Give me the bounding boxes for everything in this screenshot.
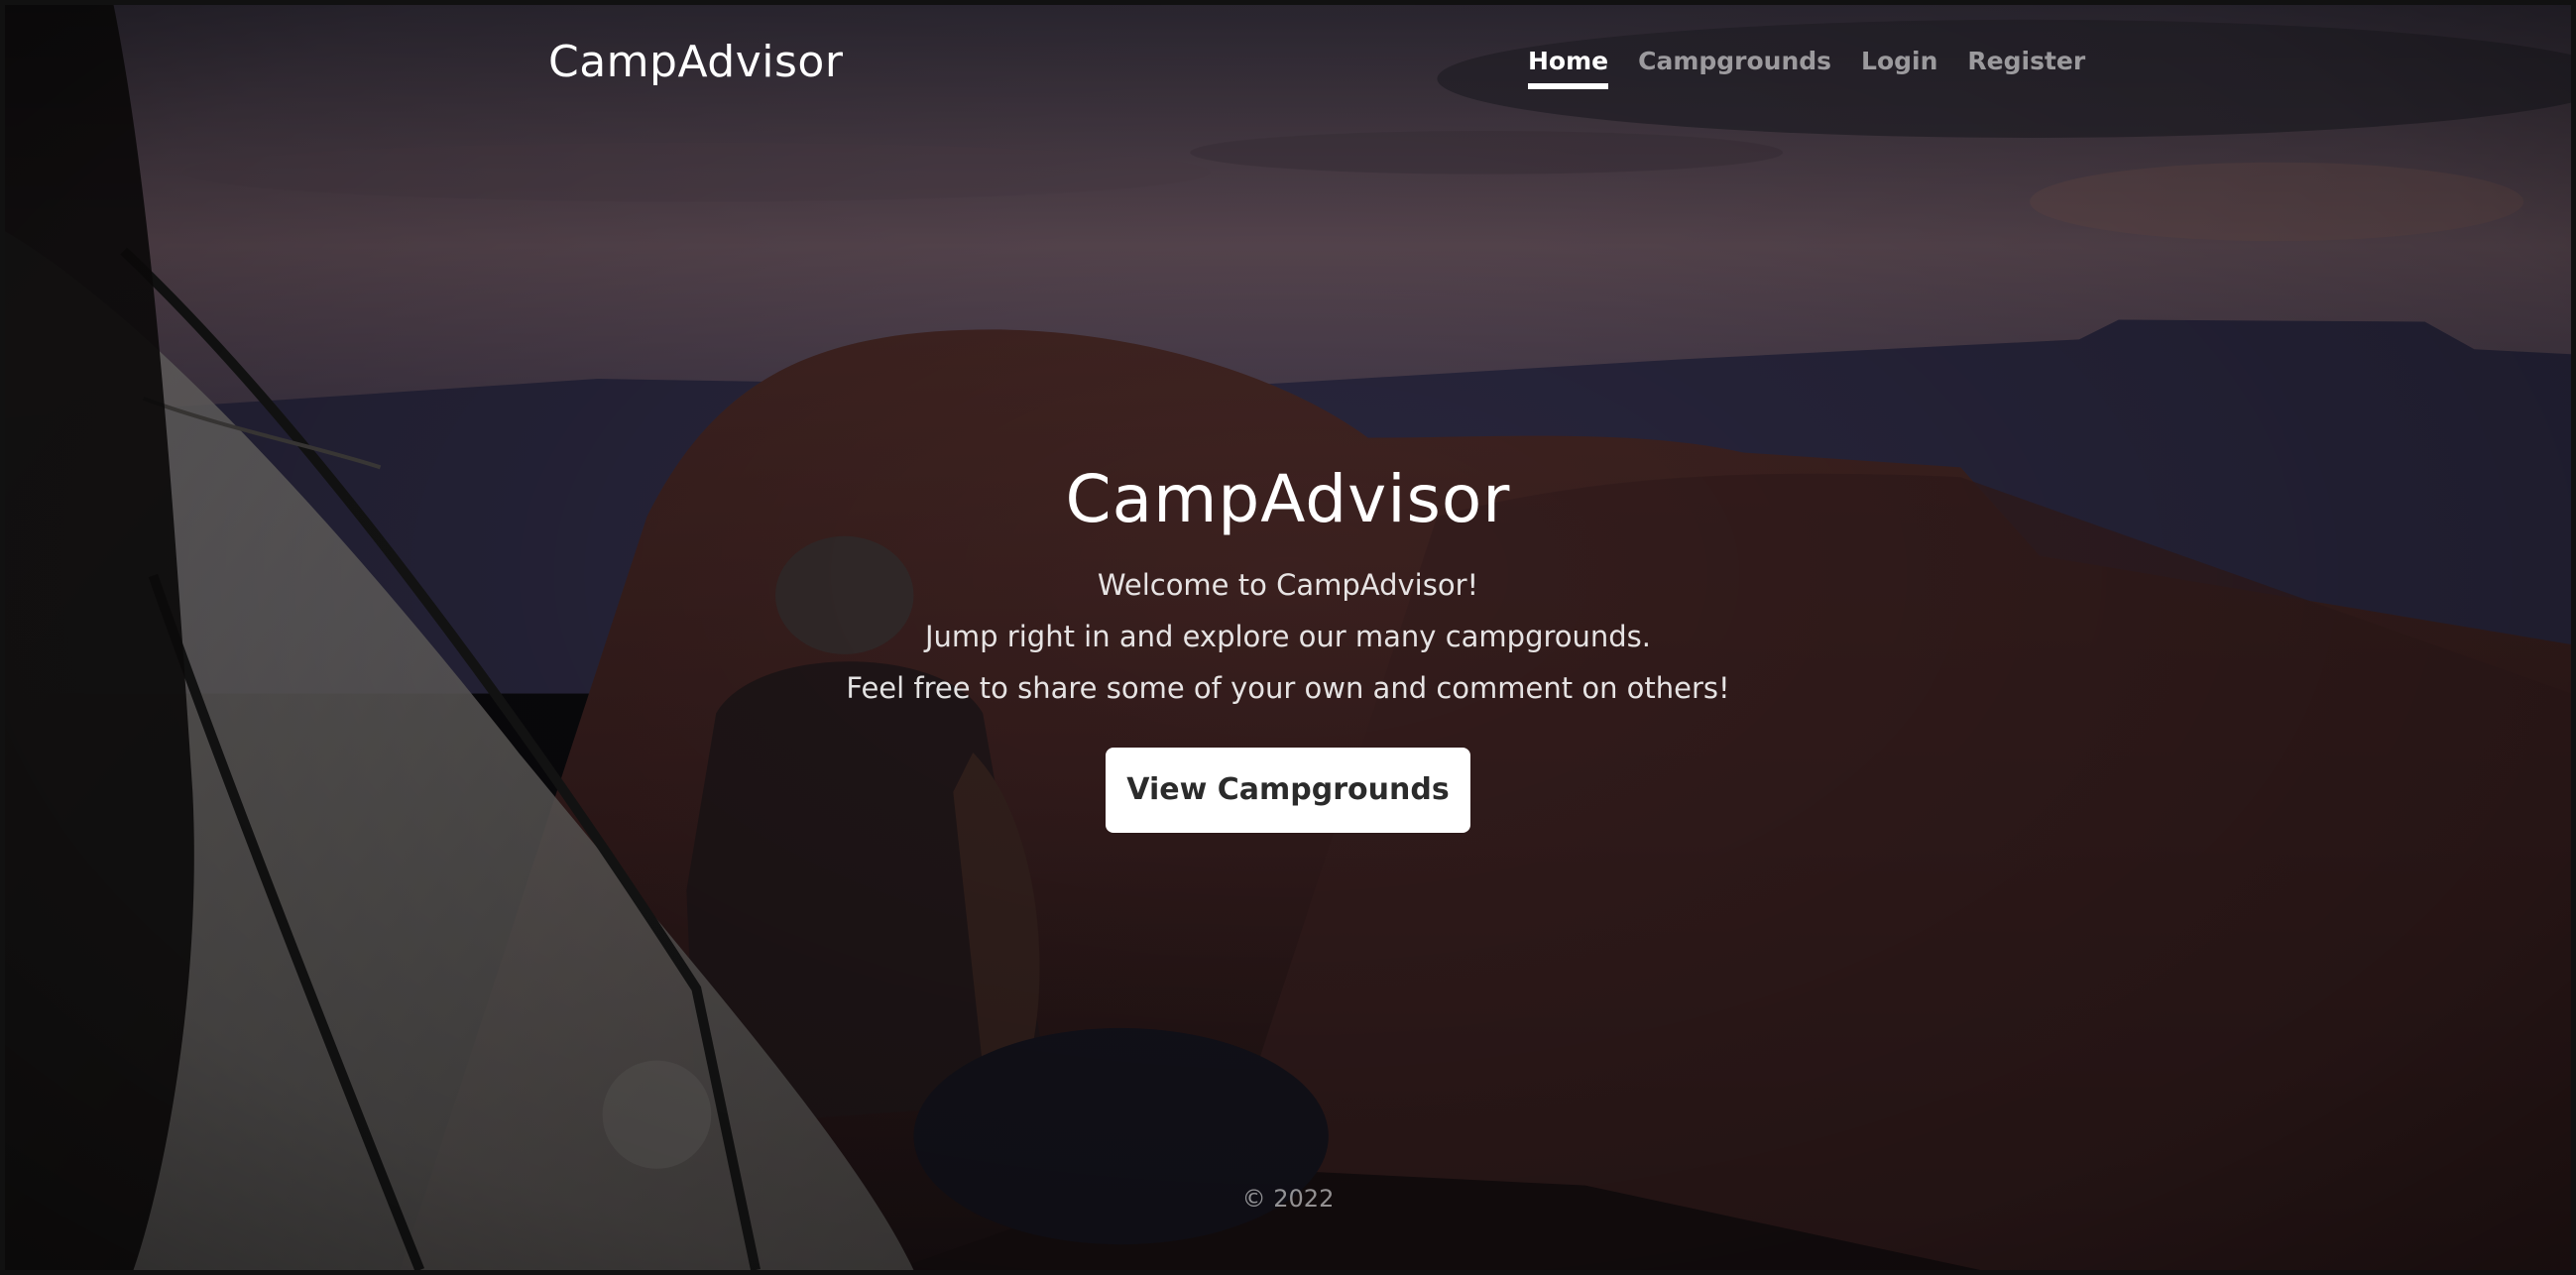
footer-copyright: © 2022 xyxy=(1241,1185,1335,1213)
page-frame: CampAdvisor Home Campgrounds Login Regis… xyxy=(0,0,2576,1275)
navbar: CampAdvisor Home Campgrounds Login Regis… xyxy=(5,5,2571,134)
hero-share-text: Feel free to share some of your own and … xyxy=(846,671,1730,705)
hero-welcome-text: Welcome to CampAdvisor! xyxy=(1097,568,1479,602)
hero: CampAdvisor Welcome to CampAdvisor! Jump… xyxy=(5,461,2571,833)
nav-link-login[interactable]: Login xyxy=(1861,47,1937,83)
nav-link-campgrounds[interactable]: Campgrounds xyxy=(1638,47,1831,83)
hero-title: CampAdvisor xyxy=(1065,461,1511,537)
brand-logo-link[interactable]: CampAdvisor xyxy=(548,37,843,87)
nav-link-register[interactable]: Register xyxy=(1967,47,2085,83)
nav-links: Home Campgrounds Login Register xyxy=(1528,47,2085,89)
view-campgrounds-button[interactable]: View Campgrounds xyxy=(1106,748,1470,833)
nav-link-home[interactable]: Home xyxy=(1528,47,1609,89)
hero-explore-text: Jump right in and explore our many campg… xyxy=(925,620,1651,653)
